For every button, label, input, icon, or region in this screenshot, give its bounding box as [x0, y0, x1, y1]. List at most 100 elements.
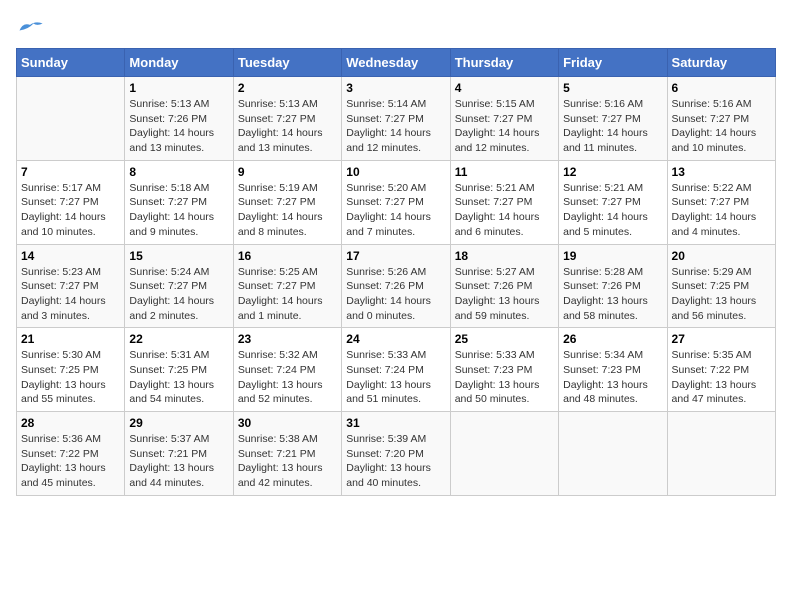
- day-info: Sunrise: 5:28 AM Sunset: 7:26 PM Dayligh…: [563, 265, 662, 324]
- day-info: Sunrise: 5:35 AM Sunset: 7:22 PM Dayligh…: [672, 348, 771, 407]
- day-number: 31: [346, 416, 445, 430]
- column-header-sunday: Sunday: [17, 49, 125, 77]
- day-info: Sunrise: 5:29 AM Sunset: 7:25 PM Dayligh…: [672, 265, 771, 324]
- day-number: 10: [346, 165, 445, 179]
- day-number: 25: [455, 332, 554, 346]
- calendar-cell: 25 Sunrise: 5:33 AM Sunset: 7:23 PM Dayli…: [450, 328, 558, 412]
- calendar-cell: 31Sunrise: 5:39 AM Sunset: 7:20 PM Dayli…: [342, 412, 450, 496]
- day-number: 5: [563, 81, 662, 95]
- calendar-cell: 21Sunrise: 5:30 AM Sunset: 7:25 PM Dayli…: [17, 328, 125, 412]
- day-number: 3: [346, 81, 445, 95]
- day-number: 4: [455, 81, 554, 95]
- calendar-cell: 9 Sunrise: 5:19 AM Sunset: 7:27 PM Daylig…: [233, 160, 341, 244]
- day-info: Sunrise: 5:14 AM Sunset: 7:27 PM Dayligh…: [346, 97, 445, 156]
- day-number: 16: [238, 249, 337, 263]
- calendar-cell: 7 Sunrise: 5:17 AM Sunset: 7:27 PM Daylig…: [17, 160, 125, 244]
- calendar-cell: [559, 412, 667, 496]
- calendar-cell: 10 Sunrise: 5:20 AM Sunset: 7:27 PM Dayli…: [342, 160, 450, 244]
- week-row-2: 7 Sunrise: 5:17 AM Sunset: 7:27 PM Daylig…: [17, 160, 776, 244]
- logo-bird-icon: [16, 16, 44, 38]
- day-number: 18: [455, 249, 554, 263]
- header-row: SundayMondayTuesdayWednesdayThursdayFrid…: [17, 49, 776, 77]
- day-info: Sunrise: 5:18 AM Sunset: 7:27 PM Dayligh…: [129, 181, 228, 240]
- calendar-cell: 14 Sunrise: 5:23 AM Sunset: 7:27 PM Dayli…: [17, 244, 125, 328]
- day-number: 23: [238, 332, 337, 346]
- calendar-cell: 1Sunrise: 5:13 AM Sunset: 7:26 PM Daylig…: [125, 77, 233, 161]
- day-number: 29: [129, 416, 228, 430]
- calendar-cell: 22 Sunrise: 5:31 AM Sunset: 7:25 PM Dayli…: [125, 328, 233, 412]
- column-header-tuesday: Tuesday: [233, 49, 341, 77]
- calendar-cell: 27 Sunrise: 5:35 AM Sunset: 7:22 PM Dayli…: [667, 328, 775, 412]
- day-number: 9: [238, 165, 337, 179]
- day-number: 1: [129, 81, 228, 95]
- day-info: Sunrise: 5:27 AM Sunset: 7:26 PM Dayligh…: [455, 265, 554, 324]
- day-info: Sunrise: 5:36 AM Sunset: 7:22 PM Dayligh…: [21, 432, 120, 491]
- day-number: 12: [563, 165, 662, 179]
- column-header-saturday: Saturday: [667, 49, 775, 77]
- calendar-cell: 15Sunrise: 5:24 AM Sunset: 7:27 PM Dayli…: [125, 244, 233, 328]
- calendar-cell: 26Sunrise: 5:34 AM Sunset: 7:23 PM Dayli…: [559, 328, 667, 412]
- calendar-cell: 28 Sunrise: 5:36 AM Sunset: 7:22 PM Dayli…: [17, 412, 125, 496]
- day-number: 11: [455, 165, 554, 179]
- calendar-cell: 2 Sunrise: 5:13 AM Sunset: 7:27 PM Daylig…: [233, 77, 341, 161]
- week-row-3: 14 Sunrise: 5:23 AM Sunset: 7:27 PM Dayli…: [17, 244, 776, 328]
- calendar-table: SundayMondayTuesdayWednesdayThursdayFrid…: [16, 48, 776, 496]
- calendar-cell: 30Sunrise: 5:38 AM Sunset: 7:21 PM Dayli…: [233, 412, 341, 496]
- day-info: Sunrise: 5:30 AM Sunset: 7:25 PM Dayligh…: [21, 348, 120, 407]
- calendar-cell: 8 Sunrise: 5:18 AM Sunset: 7:27 PM Daylig…: [125, 160, 233, 244]
- calendar-cell: 18 Sunrise: 5:27 AM Sunset: 7:26 PM Dayli…: [450, 244, 558, 328]
- day-number: 17: [346, 249, 445, 263]
- calendar-cell: 29 Sunrise: 5:37 AM Sunset: 7:21 PM Dayli…: [125, 412, 233, 496]
- day-info: Sunrise: 5:24 AM Sunset: 7:27 PM Dayligh…: [129, 265, 228, 324]
- day-info: Sunrise: 5:21 AM Sunset: 7:27 PM Dayligh…: [563, 181, 662, 240]
- day-info: Sunrise: 5:37 AM Sunset: 7:21 PM Dayligh…: [129, 432, 228, 491]
- day-info: Sunrise: 5:34 AM Sunset: 7:23 PM Dayligh…: [563, 348, 662, 407]
- calendar-cell: 23 Sunrise: 5:32 AM Sunset: 7:24 PM Dayli…: [233, 328, 341, 412]
- calendar-body: 1Sunrise: 5:13 AM Sunset: 7:26 PM Daylig…: [17, 77, 776, 496]
- calendar-cell: 13Sunrise: 5:22 AM Sunset: 7:27 PM Dayli…: [667, 160, 775, 244]
- column-header-thursday: Thursday: [450, 49, 558, 77]
- day-number: 19: [563, 249, 662, 263]
- day-number: 30: [238, 416, 337, 430]
- day-number: 14: [21, 249, 120, 263]
- calendar-cell: [450, 412, 558, 496]
- day-info: Sunrise: 5:13 AM Sunset: 7:27 PM Dayligh…: [238, 97, 337, 156]
- day-info: Sunrise: 5:26 AM Sunset: 7:26 PM Dayligh…: [346, 265, 445, 324]
- calendar-header: SundayMondayTuesdayWednesdayThursdayFrid…: [17, 49, 776, 77]
- calendar-cell: 19 Sunrise: 5:28 AM Sunset: 7:26 PM Dayli…: [559, 244, 667, 328]
- day-number: 27: [672, 332, 771, 346]
- day-number: 22: [129, 332, 228, 346]
- day-info: Sunrise: 5:16 AM Sunset: 7:27 PM Dayligh…: [563, 97, 662, 156]
- week-row-4: 21Sunrise: 5:30 AM Sunset: 7:25 PM Dayli…: [17, 328, 776, 412]
- day-number: 6: [672, 81, 771, 95]
- day-info: Sunrise: 5:33 AM Sunset: 7:24 PM Dayligh…: [346, 348, 445, 407]
- calendar-cell: 12 Sunrise: 5:21 AM Sunset: 7:27 PM Dayli…: [559, 160, 667, 244]
- day-info: Sunrise: 5:21 AM Sunset: 7:27 PM Dayligh…: [455, 181, 554, 240]
- calendar-cell: 4Sunrise: 5:15 AM Sunset: 7:27 PM Daylig…: [450, 77, 558, 161]
- calendar-cell: 24Sunrise: 5:33 AM Sunset: 7:24 PM Dayli…: [342, 328, 450, 412]
- day-info: Sunrise: 5:19 AM Sunset: 7:27 PM Dayligh…: [238, 181, 337, 240]
- day-info: Sunrise: 5:20 AM Sunset: 7:27 PM Dayligh…: [346, 181, 445, 240]
- week-row-5: 28 Sunrise: 5:36 AM Sunset: 7:22 PM Dayli…: [17, 412, 776, 496]
- calendar-cell: 17 Sunrise: 5:26 AM Sunset: 7:26 PM Dayli…: [342, 244, 450, 328]
- calendar-cell: [17, 77, 125, 161]
- calendar-cell: 11 Sunrise: 5:21 AM Sunset: 7:27 PM Dayli…: [450, 160, 558, 244]
- day-info: Sunrise: 5:22 AM Sunset: 7:27 PM Dayligh…: [672, 181, 771, 240]
- day-info: Sunrise: 5:32 AM Sunset: 7:24 PM Dayligh…: [238, 348, 337, 407]
- day-number: 7: [21, 165, 120, 179]
- calendar-cell: 5 Sunrise: 5:16 AM Sunset: 7:27 PM Daylig…: [559, 77, 667, 161]
- day-number: 28: [21, 416, 120, 430]
- calendar-cell: [667, 412, 775, 496]
- day-number: 2: [238, 81, 337, 95]
- day-info: Sunrise: 5:17 AM Sunset: 7:27 PM Dayligh…: [21, 181, 120, 240]
- page-header: [16, 16, 776, 38]
- logo: [16, 16, 48, 38]
- calendar-cell: 20Sunrise: 5:29 AM Sunset: 7:25 PM Dayli…: [667, 244, 775, 328]
- day-info: Sunrise: 5:23 AM Sunset: 7:27 PM Dayligh…: [21, 265, 120, 324]
- day-info: Sunrise: 5:31 AM Sunset: 7:25 PM Dayligh…: [129, 348, 228, 407]
- day-info: Sunrise: 5:25 AM Sunset: 7:27 PM Dayligh…: [238, 265, 337, 324]
- day-number: 8: [129, 165, 228, 179]
- day-info: Sunrise: 5:16 AM Sunset: 7:27 PM Dayligh…: [672, 97, 771, 156]
- day-info: Sunrise: 5:33 AM Sunset: 7:23 PM Dayligh…: [455, 348, 554, 407]
- column-header-wednesday: Wednesday: [342, 49, 450, 77]
